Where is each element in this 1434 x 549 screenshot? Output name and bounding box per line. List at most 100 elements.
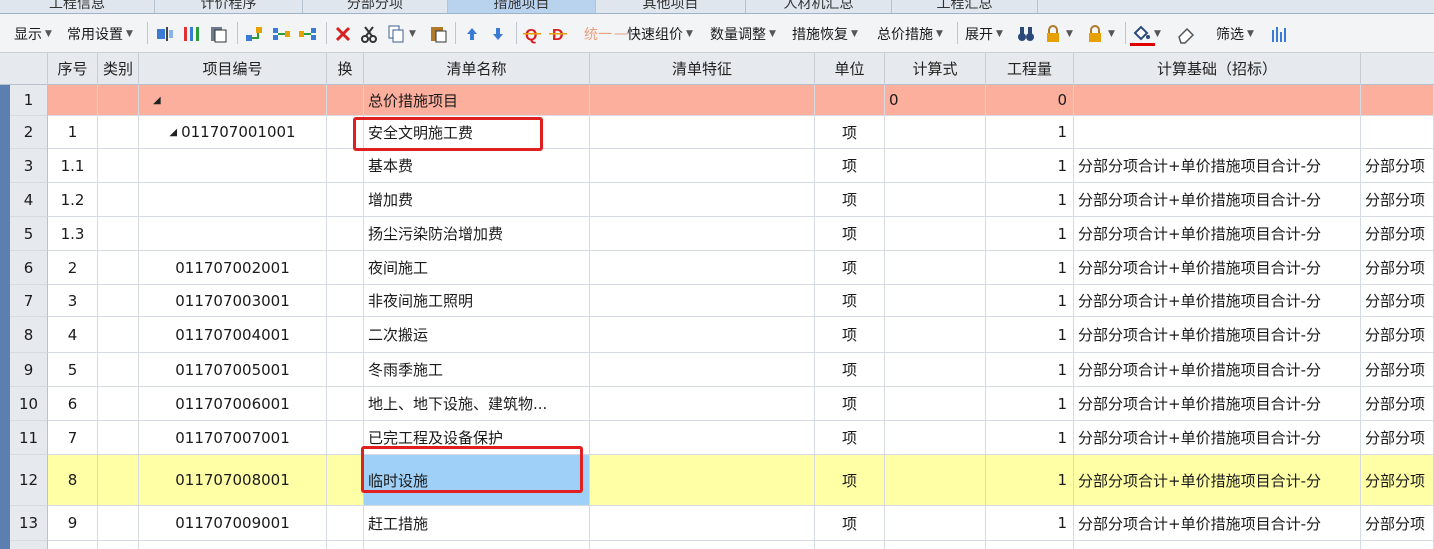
code-cell[interactable]: 011707002001 bbox=[139, 251, 327, 285]
base2-cell[interactable]: 分部分项 bbox=[1361, 285, 1434, 317]
swap-cell[interactable] bbox=[327, 353, 364, 387]
base-cell[interactable]: 分部分项合计+单价措施项目合计-分 bbox=[1074, 541, 1361, 549]
name-cell[interactable]: 增加费 bbox=[364, 183, 590, 217]
unit-cell[interactable]: 项 bbox=[815, 541, 885, 549]
type-cell[interactable] bbox=[98, 421, 139, 455]
swap-cell[interactable] bbox=[327, 455, 364, 506]
table-row[interactable]: 12 8 011707008001 临时设施项 1 分部分项合计+单价措施项目合计-分 分部… bbox=[10, 455, 1434, 506]
swap-cell[interactable] bbox=[327, 317, 364, 353]
table-row[interactable]: 6 2 011707002001 夜间施工 项 1 分部分项合计+单价措施项目合计-分 分部分… bbox=[10, 251, 1434, 285]
formula-cell[interactable] bbox=[885, 455, 986, 506]
seq-cell[interactable]: 7 bbox=[48, 421, 98, 455]
feature-cell[interactable] bbox=[590, 353, 815, 387]
unit-cell[interactable] bbox=[815, 85, 885, 116]
base2-cell[interactable]: 分部分项 bbox=[1361, 149, 1434, 183]
formula-cell[interactable] bbox=[885, 541, 986, 549]
expand-button[interactable]: 展开 ▼ bbox=[965, 14, 1003, 53]
seq-cell[interactable]: 10 bbox=[48, 541, 98, 549]
seq-cell[interactable]: 1.2 bbox=[48, 183, 98, 217]
type-cell[interactable] bbox=[98, 85, 139, 116]
seq-cell[interactable] bbox=[48, 85, 98, 116]
swap-cell[interactable] bbox=[327, 251, 364, 285]
table-row[interactable]: 5 1.3 扬尘污染防治增加费 项 1 分部分项合计+单价措施项目合计-分 分部分项 bbox=[10, 217, 1434, 251]
base-cell[interactable]: 分部分项合计+单价措施项目合计-分 bbox=[1074, 353, 1361, 387]
lock-button[interactable]: ▼ bbox=[1043, 14, 1073, 53]
tab-measure-items[interactable]: 措施项目 bbox=[448, 0, 596, 13]
code-cell[interactable] bbox=[139, 183, 327, 217]
base-cell[interactable]: 分部分项合计+单价措施项目合计-分 bbox=[1074, 149, 1361, 183]
cut-button[interactable] bbox=[359, 14, 379, 53]
header-feature[interactable]: 清单特征 bbox=[590, 53, 815, 85]
base-cell[interactable]: 分部分项合计+单价措施项目合计-分 bbox=[1074, 251, 1361, 285]
qty-adjust-button[interactable]: 数量调整 ▼ bbox=[710, 14, 776, 53]
table-row[interactable]: 4 1.2 增加费 项 1 分部分项合计+单价措施项目合计-分 分部分项 bbox=[10, 183, 1434, 217]
name-cell[interactable]: 总价措施项目 bbox=[364, 85, 590, 116]
qty-cell[interactable]: 1 bbox=[986, 116, 1074, 149]
header-seq[interactable]: 序号 bbox=[48, 53, 98, 85]
table-row[interactable]: 1410 011707010001 工程按质论价 项 1分部分项合计+单价措施项目合计-… bbox=[10, 541, 1434, 549]
base-cell[interactable]: 分部分项合计+单价措施项目合计-分 bbox=[1074, 506, 1361, 541]
formula-cell[interactable] bbox=[885, 217, 986, 251]
seq-cell[interactable]: 3 bbox=[48, 285, 98, 317]
eraser-button[interactable] bbox=[1176, 14, 1196, 53]
unit-cell[interactable]: 项 bbox=[815, 421, 885, 455]
formula-cell[interactable] bbox=[885, 183, 986, 217]
name-cell[interactable]: 工程按质论价 bbox=[364, 541, 590, 549]
unit-cell[interactable]: 项 bbox=[815, 285, 885, 317]
feature-cell[interactable] bbox=[590, 251, 815, 285]
name-cell[interactable]: 地上、地下设施、建筑物... bbox=[364, 387, 590, 421]
move-up-level-button[interactable] bbox=[244, 14, 264, 53]
feature-cell[interactable] bbox=[590, 455, 815, 506]
merge-button[interactable] bbox=[271, 14, 291, 53]
unit-cell[interactable]: 项 bbox=[815, 317, 885, 353]
qty-cell[interactable]: 1 bbox=[986, 421, 1074, 455]
base-cell[interactable]: 分部分项合计+单价措施项目合计-分 bbox=[1074, 317, 1361, 353]
formula-cell[interactable] bbox=[885, 353, 986, 387]
unit-cell[interactable]: 项 bbox=[815, 455, 885, 506]
name-cell[interactable]: 冬雨季施工 bbox=[364, 353, 590, 387]
quick-group-button[interactable]: 快速组价 ▼ bbox=[627, 14, 693, 53]
base2-cell[interactable]: 分部分项 bbox=[1361, 506, 1434, 541]
unit-cell[interactable]: 项 bbox=[815, 217, 885, 251]
qty-cell[interactable]: 0 bbox=[986, 85, 1074, 116]
header-swap[interactable]: 换 bbox=[327, 53, 364, 85]
swap-cell[interactable] bbox=[327, 183, 364, 217]
table-row-summary[interactable]: 1 ◢ 总价措施项目 0 0 bbox=[10, 85, 1434, 116]
tab-other-items[interactable]: 其他项目 bbox=[596, 0, 746, 13]
feature-cell[interactable] bbox=[590, 506, 815, 541]
paste-button[interactable] bbox=[428, 14, 448, 53]
code-cell[interactable]: 011707003001 bbox=[139, 285, 327, 317]
name-cell[interactable]: 非夜间施工照明 bbox=[364, 285, 590, 317]
base2-cell[interactable]: 分部分项 bbox=[1361, 183, 1434, 217]
qty-cell[interactable]: 1 bbox=[986, 506, 1074, 541]
table-row[interactable]: 2 1 ◢ 011707001001 安全文明施工费项 1 bbox=[10, 116, 1434, 149]
code-cell[interactable]: 011707004001 bbox=[139, 317, 327, 353]
tab-pricing-procedure[interactable]: 计价程序 bbox=[155, 0, 303, 13]
swap-cell[interactable] bbox=[327, 506, 364, 541]
swap-cell[interactable] bbox=[327, 217, 364, 251]
base2-cell[interactable]: 分部分项 bbox=[1361, 217, 1434, 251]
d-button[interactable]: D bbox=[548, 14, 568, 53]
type-cell[interactable] bbox=[98, 116, 139, 149]
qty-cell[interactable]: 1 bbox=[986, 217, 1074, 251]
tab-project-summary[interactable]: 工程汇总 bbox=[892, 0, 1038, 13]
qty-cell[interactable]: 1 bbox=[986, 387, 1074, 421]
name-cell[interactable]: 赶工措施 bbox=[364, 506, 590, 541]
header-name[interactable]: 清单名称 bbox=[364, 53, 590, 85]
tab-project-info[interactable]: 工程信息 bbox=[0, 0, 155, 13]
measure-restore-button[interactable]: 措施恢复 ▼ bbox=[792, 14, 858, 53]
formula-cell[interactable]: 0 bbox=[885, 85, 986, 116]
type-cell[interactable] bbox=[98, 217, 139, 251]
swap-cell[interactable] bbox=[327, 541, 364, 549]
formula-cell[interactable] bbox=[885, 387, 986, 421]
unit-cell[interactable]: 项 bbox=[815, 251, 885, 285]
header-unit[interactable]: 单位 bbox=[815, 53, 885, 85]
type-cell[interactable] bbox=[98, 251, 139, 285]
feature-cell[interactable] bbox=[590, 149, 815, 183]
table-row[interactable]: 10 6 011707006001 地上、地下设施、建筑物... 项 1 分部分项合计+单价… bbox=[10, 387, 1434, 421]
base2-cell[interactable] bbox=[1361, 85, 1434, 116]
feature-cell[interactable] bbox=[590, 285, 815, 317]
collapse-triangle-icon[interactable]: ◢ bbox=[153, 95, 161, 106]
base2-cell[interactable]: 分部分项 bbox=[1361, 455, 1434, 506]
delete-button[interactable] bbox=[333, 14, 353, 53]
